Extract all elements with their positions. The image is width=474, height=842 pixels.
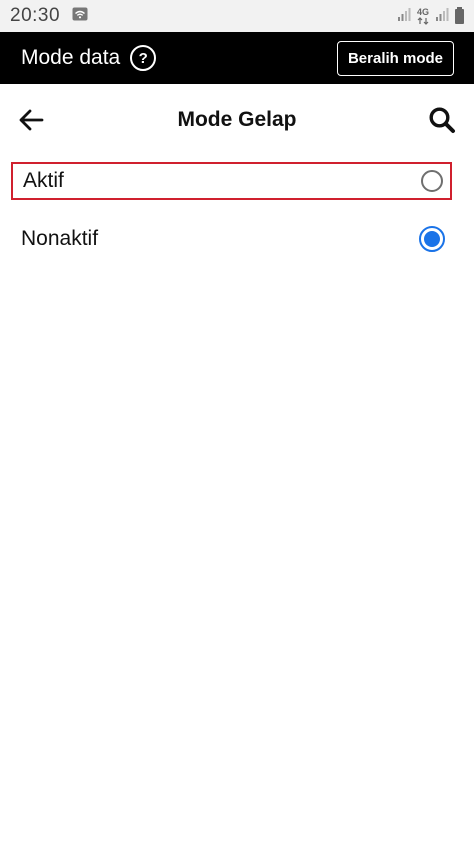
option-aktif[interactable]: Aktif — [11, 162, 452, 200]
status-bar: 20:30 4G — [0, 0, 474, 32]
switch-mode-button[interactable]: Beralih mode — [336, 40, 454, 76]
network-type-icon: 4G — [417, 7, 429, 25]
radio-unchecked-icon[interactable] — [421, 170, 443, 192]
data-mode-bar: Mode data ? Beralih mode — [0, 32, 474, 84]
radio-checked-icon[interactable] — [419, 226, 445, 252]
status-time: 20:30 — [10, 5, 61, 26]
data-mode-title: Mode data — [21, 46, 121, 69]
wifi-icon — [72, 7, 88, 26]
option-label: Nonaktif — [21, 227, 99, 250]
option-nonaktif[interactable]: Nonaktif — [11, 220, 452, 258]
page-title: Mode Gelap — [177, 108, 297, 131]
option-label: Aktif — [23, 169, 64, 192]
back-arrow-icon[interactable] — [18, 109, 44, 131]
help-icon[interactable]: ? — [130, 45, 157, 71]
search-icon[interactable] — [428, 106, 456, 134]
battery-icon — [455, 6, 464, 24]
radio-dot — [424, 231, 440, 247]
signal-icon-2 — [435, 7, 449, 26]
signal-icon — [397, 7, 411, 26]
page-header: Mode Gelap — [0, 84, 474, 156]
